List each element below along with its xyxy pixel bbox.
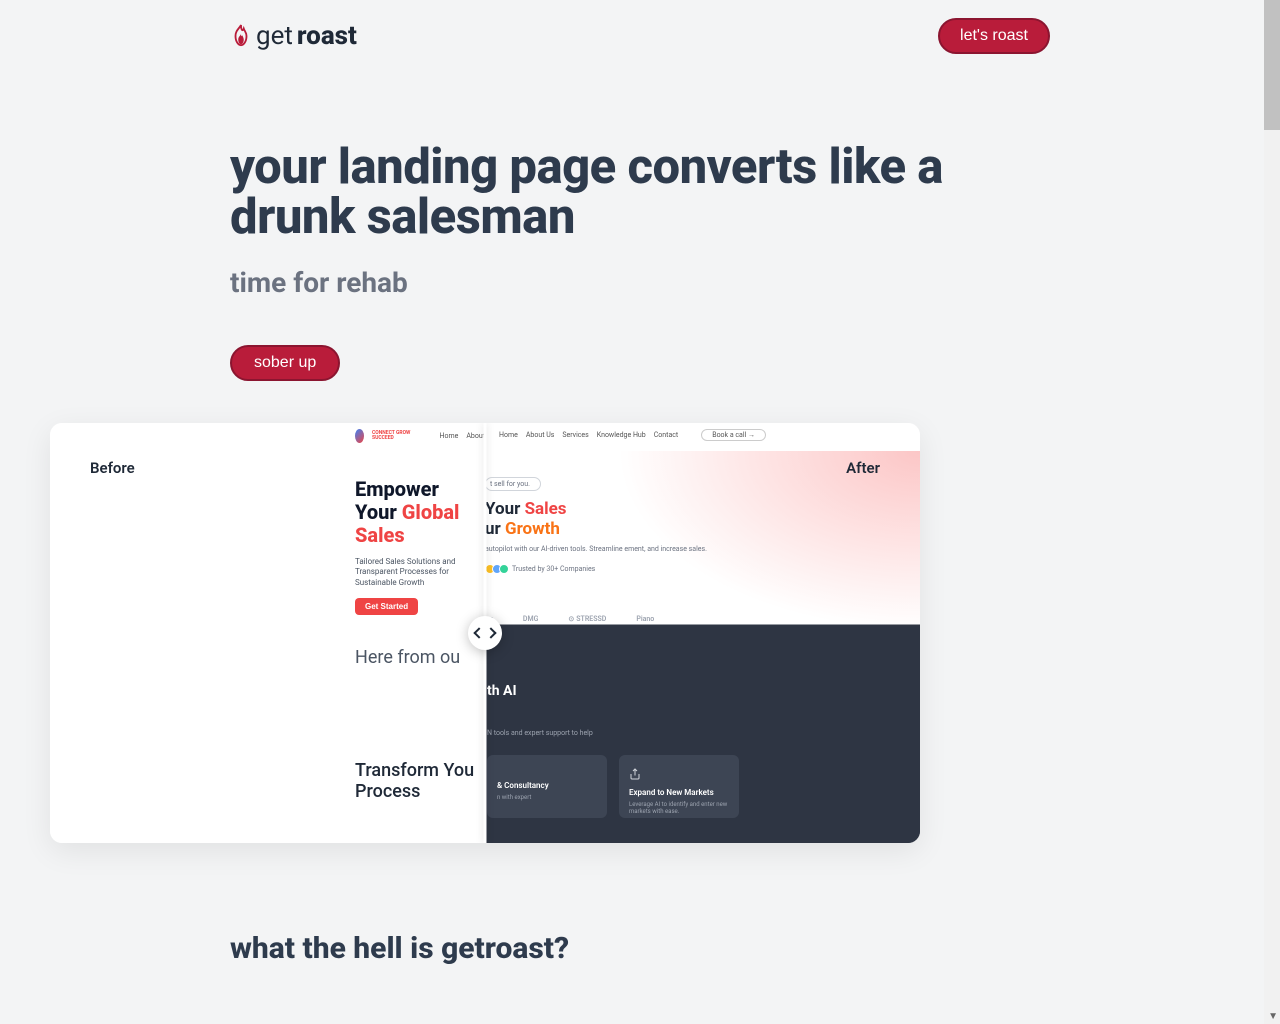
- after-nav-knowledge: Knowledge Hub: [597, 431, 646, 439]
- logo-4: Piano: [636, 615, 654, 623]
- before-bottom-text: Transform You Process: [355, 760, 474, 803]
- before-nav: CONNECT GROW SUCCEED Home About: [355, 429, 485, 443]
- logo-text-light: get: [256, 21, 293, 51]
- before-after-comparison: Before After CONNECT GROW SUCCEED Home A…: [50, 423, 920, 843]
- scrollbar[interactable]: ▼: [1264, 0, 1280, 1024]
- after-panel: Home About Us Services Knowledge Hub Con…: [485, 423, 920, 843]
- card2-desc: Leverage AI to identify and enter new ma…: [629, 801, 729, 815]
- book-call-button: Book a call →: [701, 429, 766, 441]
- after-pill: t sell for you.: [485, 477, 541, 491]
- flame-icon: [230, 23, 252, 49]
- before-label: Before: [90, 459, 135, 477]
- hero-subtitle: time for rehab: [230, 266, 1050, 299]
- after-nav-about: About Us: [526, 431, 555, 439]
- card-expand: Expand to New Markets Leverage AI to ide…: [619, 755, 739, 818]
- dark-heading: th AI: [487, 683, 920, 699]
- trusted-by: Trusted by 30+ Companies: [485, 564, 707, 574]
- avatar-icon: [499, 564, 509, 574]
- after-dark-section: th AI N tools and expert support to help…: [485, 638, 920, 843]
- logo-3: ⊙STRESSD: [568, 615, 606, 623]
- header-cta-button[interactable]: let's roast: [938, 18, 1050, 54]
- before-nav-home: Home: [440, 432, 459, 440]
- after-content: t sell for you. Your Sales ur Growth aut…: [485, 471, 707, 574]
- before-mid-text: Here from ou: [355, 647, 460, 668]
- scroll-down-icon[interactable]: ▼: [1268, 1011, 1278, 1022]
- site-header: getroast let's roast: [230, 0, 1050, 72]
- before-mini-logo-icon: [355, 429, 364, 443]
- hero-title: your landing page converts like a drunk …: [230, 142, 1050, 242]
- before-nav-about: About: [466, 432, 485, 440]
- card1-desc: n with expert: [497, 794, 597, 801]
- before-panel: CONNECT GROW SUCCEED Home About Empower …: [50, 423, 485, 843]
- after-nav: Home About Us Services Knowledge Hub Con…: [499, 429, 766, 441]
- after-nav-home: Home: [499, 431, 518, 439]
- before-get-started-button: Get Started: [355, 598, 418, 615]
- scrollbar-thumb[interactable]: [1264, 0, 1280, 130]
- after-desc: autopilot with our AI-driven tools. Stre…: [485, 545, 707, 554]
- avatar-stack: [485, 564, 509, 574]
- before-desc: Tailored Sales Solutions and Transparent…: [355, 557, 485, 588]
- section2-title: what the hell is getroast?: [230, 931, 1050, 966]
- logo-2: DMG: [523, 615, 538, 623]
- about-section: what the hell is getroast?: [230, 931, 1050, 966]
- share-icon: [629, 768, 641, 780]
- cards-row: & Consultancy n with expert Expand to Ne…: [487, 755, 920, 818]
- after-label: After: [846, 459, 880, 477]
- after-nav-services: Services: [562, 431, 588, 439]
- client-logos: ng DMG ⊙STRESSD Piano: [485, 615, 920, 623]
- after-headline: Your Sales ur Growth: [485, 499, 707, 539]
- card2-title: Expand to New Markets: [629, 788, 729, 797]
- logo-text-bold: roast: [297, 21, 357, 51]
- after-nav-contact: Contact: [654, 431, 678, 439]
- dark-desc: N tools and expert support to help: [487, 729, 920, 737]
- before-logo-text: CONNECT GROW SUCCEED: [372, 431, 412, 441]
- before-content: Empower Your Global Sales Tailored Sales…: [355, 478, 485, 615]
- card1-title: & Consultancy: [497, 781, 597, 790]
- card-consultancy: & Consultancy n with expert: [487, 755, 607, 818]
- comparison-slider-handle[interactable]: [468, 616, 502, 650]
- sober-up-button[interactable]: sober up: [230, 345, 340, 381]
- hero-section: your landing page converts like a drunk …: [230, 72, 1050, 381]
- before-headline: Empower Your Global Sales: [355, 478, 485, 547]
- logo[interactable]: getroast: [230, 21, 357, 51]
